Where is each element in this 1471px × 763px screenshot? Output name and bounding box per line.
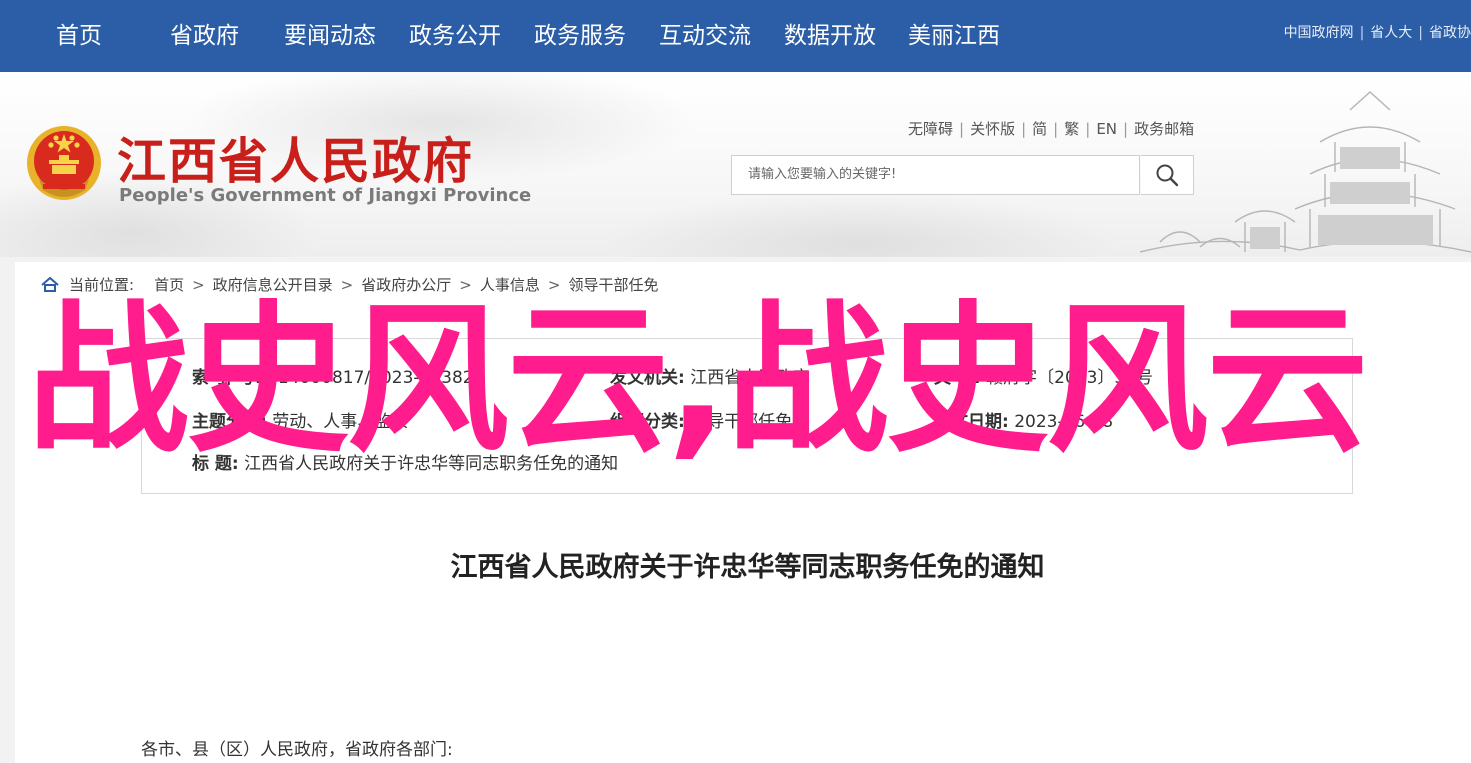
info-title-value: 江西省人民政府关于许忠华等同志职务任免的通知: [244, 454, 619, 474]
link-english[interactable]: EN: [1096, 120, 1117, 138]
link-simplified[interactable]: 简: [1032, 120, 1047, 138]
nav-item-gov-services[interactable]: 政务服务: [534, 19, 626, 53]
breadcrumb-separator: >: [459, 275, 472, 294]
breadcrumb-general-office[interactable]: 省政府办公厅: [361, 274, 451, 295]
national-emblem-icon[interactable]: [25, 124, 103, 202]
nav-item-open-data[interactable]: 数据开放: [784, 19, 876, 53]
info-issuer-value: 江西省人民政府: [690, 368, 810, 388]
breadcrumb-home[interactable]: 首页: [154, 274, 184, 295]
breadcrumb-separator: >: [340, 275, 354, 294]
breadcrumb-personnel-info[interactable]: 人事信息: [480, 274, 540, 295]
info-category-value: 领导干部任免: [690, 412, 793, 432]
breadcrumb-info-catalog[interactable]: 政府信息公开目录: [213, 274, 333, 295]
search-input[interactable]: 请输入您要输入的关键字!: [731, 155, 1140, 195]
info-document-number: 文 号: 赣府字〔2023〕38号: [934, 363, 1153, 388]
breadcrumb-appointments[interactable]: 领导干部任免: [568, 274, 658, 295]
info-issuer-key: 发文机关:: [610, 368, 685, 388]
breadcrumb-label: 当前位置:: [69, 276, 135, 294]
info-docno-value: 赣府字〔2023〕38号: [986, 368, 1154, 388]
cloud-decoration: [600, 192, 1120, 257]
breadcrumb: 当前位置: 首页 > 政府信息公开目录 > 省政府办公厅 > 人事信息 > 领导…: [41, 274, 658, 295]
breadcrumb-separator: >: [547, 275, 561, 294]
info-subject-category: 主题分类: 劳动、人事、监察: [192, 407, 408, 432]
nav-item-news[interactable]: 要闻动态: [284, 19, 376, 53]
link-care-mode[interactable]: 关怀版: [970, 120, 1015, 138]
info-subject-key: 主题分类:: [192, 412, 267, 432]
content-panel: 当前位置: 首页 > 政府信息公开目录 > 省政府办公厅 > 人事信息 > 领导…: [15, 262, 1471, 763]
info-issuing-authority: 发文机关: 江西省人民政府: [610, 363, 809, 388]
link-provincial-congress[interactable]: 省人大: [1370, 25, 1412, 41]
info-title: 标 题: 江西省人民政府关于许忠华等同志职务任免的通知: [192, 449, 618, 474]
article-title: 江西省人民政府关于许忠华等同志职务任免的通知: [450, 552, 1045, 583]
link-china-gov[interactable]: 中国政府网: [1284, 25, 1354, 41]
link-provincial-cppcc[interactable]: 省政协: [1429, 25, 1471, 41]
nav-item-interaction[interactable]: 互动交流: [659, 19, 751, 53]
pavilion-illustration: [1140, 91, 1471, 253]
info-written-date: 成文日期: 2023-06-08: [934, 407, 1113, 432]
info-index-value: 014000817/2023-75382: [267, 368, 474, 388]
document-info-box: 索 引 号: 014000817/2023-75382 发文机关: 江西省人民政…: [141, 338, 1353, 494]
nav-item-beautiful-jiangxi[interactable]: 美丽江西: [908, 19, 1000, 53]
link-traditional[interactable]: 繁: [1064, 120, 1079, 138]
breadcrumb-separator: >: [192, 275, 205, 294]
info-date-value: 2023-06-08: [1014, 412, 1114, 432]
nav-item-province-gov[interactable]: 省政府: [170, 19, 239, 53]
link-accessibility[interactable]: 无障碍: [908, 120, 953, 138]
info-subject-value: 劳动、人事、监察: [272, 412, 409, 432]
nav-item-home[interactable]: 首页: [56, 19, 102, 53]
site-title[interactable]: 江西省人民政府: [117, 122, 474, 193]
info-category-key: 组配分类:: [610, 412, 685, 432]
home-icon: [41, 276, 59, 292]
info-date-key: 成文日期:: [934, 412, 1009, 432]
article-salutation: 各市、县（区）人民政府，省政府各部门:: [141, 740, 453, 760]
site-subtitle: People's Government of Jiangxi Province: [119, 185, 532, 206]
info-index-key: 索 引 号:: [192, 368, 262, 388]
site-header: 江西省人民政府 People's Government of Jiangxi P…: [0, 72, 1471, 257]
info-docno-key: 文 号:: [934, 368, 981, 388]
external-links: 中国政府网 | 省人大 | 省政协: [1283, 25, 1471, 41]
info-grouping-category: 组配分类: 领导干部任免: [610, 407, 792, 432]
nav-item-gov-affairs-open[interactable]: 政务公开: [409, 19, 501, 53]
info-title-key: 标 题:: [192, 454, 239, 474]
top-navigation: 首页 省政府 要闻动态 政务公开 政务服务 互动交流 数据开放 美丽江西 中国政…: [0, 0, 1471, 72]
info-index-number: 索 引 号: 014000817/2023-75382: [192, 363, 474, 388]
